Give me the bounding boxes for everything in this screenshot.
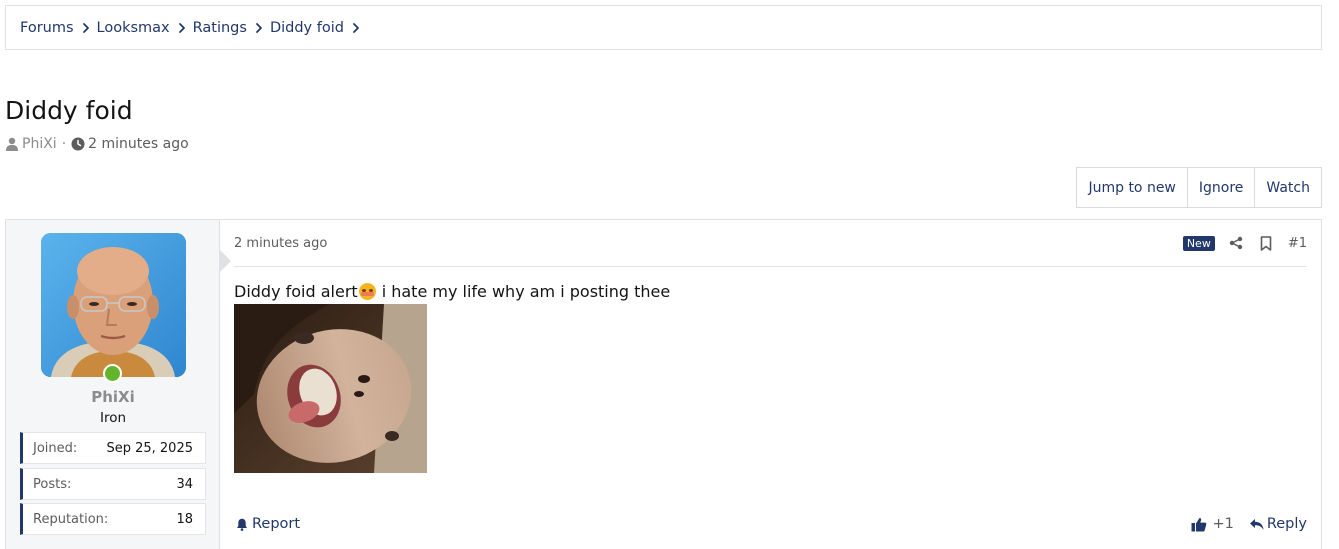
breadcrumb-label[interactable]: Forums <box>20 20 74 36</box>
report-link[interactable]: Report <box>234 516 300 532</box>
post-footer-left: Report <box>234 516 300 532</box>
breadcrumb-item-looksmax[interactable]: Looksmax <box>97 20 193 36</box>
chevron-right-icon <box>255 22 263 34</box>
watch-button[interactable]: Watch <box>1254 168 1321 207</box>
post-text-end: i hate my life why am i posting thee <box>381 282 671 301</box>
stat-label: Joined: <box>33 440 78 456</box>
flushed-face-emoji-icon <box>358 283 376 300</box>
post-footer: Report +1 Reply <box>234 513 1307 535</box>
user-stat-reputation: Reputation: 18 <box>20 503 206 535</box>
breadcrumb-item-ratings[interactable]: Ratings <box>193 20 270 36</box>
stat-value: 34 <box>176 476 193 492</box>
post-user-cell: PhiXi Iron Joined: Sep 25, 2025 Posts: 3… <box>6 220 220 549</box>
bell-icon <box>234 516 250 532</box>
user-icon <box>5 137 19 151</box>
post-text-start: Diddy foid alert <box>234 282 358 301</box>
post-username[interactable]: PhiXi <box>6 388 220 406</box>
online-status-indicator <box>103 364 122 383</box>
chevron-right-icon <box>82 22 90 34</box>
report-label[interactable]: Report <box>252 516 300 532</box>
post-time[interactable]: 2 minutes ago <box>234 236 327 251</box>
user-stat-posts: Posts: 34 <box>20 468 206 500</box>
post-footer-right: +1 Reply <box>1191 516 1307 532</box>
post: PhiXi Iron Joined: Sep 25, 2025 Posts: 3… <box>5 219 1322 549</box>
stat-value: 18 <box>176 511 193 527</box>
stat-label: Posts: <box>33 476 72 492</box>
share-icon[interactable] <box>1228 235 1244 251</box>
thumbs-up-icon <box>1191 516 1207 532</box>
reply-label[interactable]: Reply <box>1267 516 1307 532</box>
post-body: Diddy foid alert i hate my life why am i… <box>234 282 670 301</box>
avatar[interactable] <box>41 233 186 377</box>
chevron-right-icon <box>352 22 360 34</box>
breadcrumb-label[interactable]: Ratings <box>193 20 247 36</box>
like-button[interactable] <box>1191 516 1209 532</box>
page-title: Diddy foid <box>5 96 133 125</box>
ignore-button[interactable]: Ignore <box>1186 168 1255 207</box>
thread-author[interactable]: PhiXi <box>22 136 57 152</box>
clock-icon <box>71 137 85 151</box>
bookmark-icon[interactable] <box>1258 235 1274 251</box>
post-header: 2 minutes ago New #1 <box>234 220 1307 267</box>
jump-to-new-button[interactable]: Jump to new <box>1077 168 1186 207</box>
stat-value: Sep 25, 2025 <box>106 440 193 456</box>
thread-meta: PhiXi · 2 minutes ago <box>5 136 189 152</box>
post-message: 2 minutes ago New #1 Diddy foid alert i … <box>234 220 1307 549</box>
post-number[interactable]: #1 <box>1288 236 1307 251</box>
reply-button[interactable]: Reply <box>1249 516 1307 532</box>
chevron-right-icon <box>178 22 186 34</box>
post-image[interactable] <box>234 304 427 473</box>
reply-icon <box>1249 516 1265 532</box>
breadcrumb-label[interactable]: Looksmax <box>97 20 170 36</box>
thread-actions: Jump to new Ignore Watch <box>1076 167 1322 208</box>
user-stat-joined: Joined: Sep 25, 2025 <box>20 432 206 464</box>
breadcrumb-item-thread[interactable]: Diddy foid <box>270 20 367 36</box>
post-user-title: Iron <box>99 410 127 426</box>
meta-separator: · <box>61 136 67 152</box>
user-cell-arrow <box>219 249 231 273</box>
thread-time[interactable]: 2 minutes ago <box>88 136 189 152</box>
post-tools: New #1 <box>1182 235 1307 251</box>
breadcrumb: Forums Looksmax Ratings Diddy foid <box>5 5 1322 50</box>
new-badge: New <box>1182 235 1215 251</box>
like-count[interactable]: +1 <box>1212 516 1233 532</box>
stat-label: Reputation: <box>33 511 109 527</box>
breadcrumb-label[interactable]: Diddy foid <box>270 20 344 36</box>
breadcrumb-item-forums[interactable]: Forums <box>20 20 97 36</box>
